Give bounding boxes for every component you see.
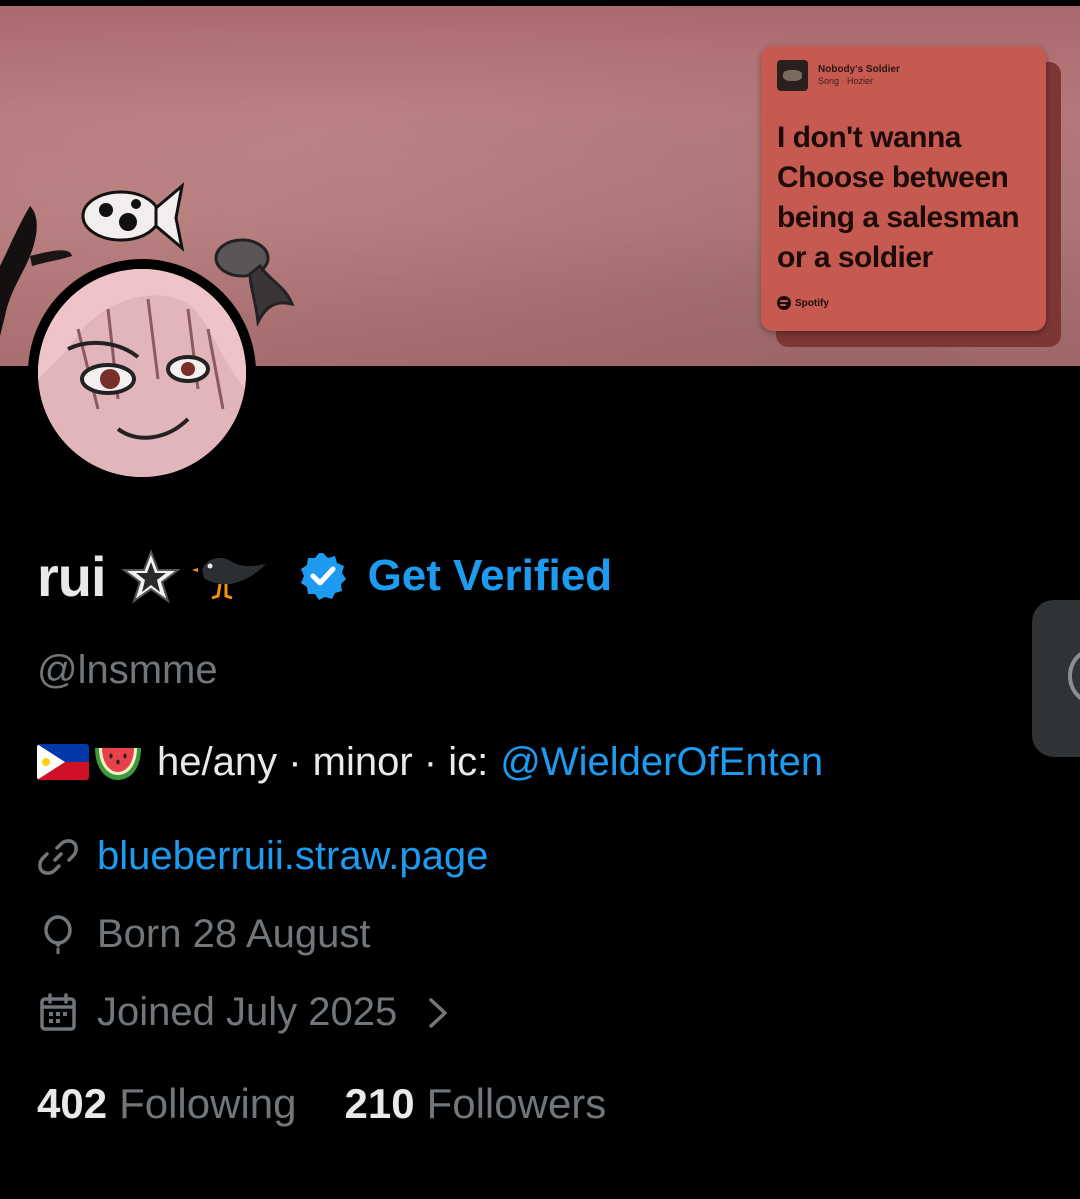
album-art: [777, 60, 808, 91]
song-lyrics: I don't wanna Choose between being a sal…: [777, 118, 1039, 278]
watermelon-icon: [95, 748, 141, 780]
balloon-icon: [44, 914, 72, 954]
lyric-line: being a salesman: [777, 201, 1020, 234]
joined-text: Joined July 2025: [97, 990, 398, 1034]
spotify-brand: Spotify: [777, 296, 829, 310]
chevron-right-icon: [429, 997, 447, 1028]
floating-button-icon: [1068, 646, 1080, 706]
calendar-icon: [40, 992, 76, 1031]
spotify-label: Spotify: [795, 297, 829, 309]
link-icon: [38, 838, 78, 875]
bio-mention-link[interactable]: @WielderOfEnten: [500, 740, 823, 785]
philippines-flag-icon: [37, 744, 89, 780]
spotify-song-card: Nobody's Soldier Song · Hozier I don't w…: [761, 46, 1046, 331]
floating-side-button[interactable]: [1032, 600, 1080, 757]
verified-badge-icon[interactable]: [298, 551, 348, 601]
name-emojis: [120, 548, 272, 604]
followers-count: 210: [344, 1080, 415, 1127]
star-icon: [120, 549, 181, 604]
followers-stat[interactable]: 210 Followers: [345, 1080, 607, 1128]
lyric-line: Choose between: [777, 161, 1009, 194]
followers-label: Followers: [426, 1080, 607, 1127]
handle: @lnsmme: [37, 648, 218, 692]
following-stat[interactable]: 402 Following: [37, 1080, 297, 1128]
website-link[interactable]: blueberruii.straw.page: [97, 834, 488, 879]
black-bird-icon: [191, 557, 266, 600]
song-subtitle: Song · Hozier: [818, 76, 874, 86]
avatar-illustration: [38, 269, 246, 477]
joined-row[interactable]: Joined July 2025: [37, 990, 453, 1035]
song-header: Nobody's Soldier Song · Hozier: [777, 60, 900, 91]
following-label: Following: [119, 1080, 297, 1127]
lyric-line: or a soldier: [777, 241, 933, 274]
birthday-row: Born 28 August: [37, 912, 371, 957]
song-title: Nobody's Soldier: [818, 64, 900, 75]
birthday-text: Born 28 August: [97, 912, 371, 956]
lyric-line: I don't wanna: [777, 121, 961, 154]
bio-text: he/any · minor · ic:: [157, 739, 489, 784]
display-name: rui: [37, 544, 107, 608]
song-meta: Nobody's Soldier Song · Hozier: [818, 64, 900, 87]
following-count: 402: [37, 1080, 108, 1127]
follow-stats: 402 Following 210 Followers: [37, 1080, 606, 1128]
name-row: rui Get Verified: [37, 540, 612, 612]
get-verified-link[interactable]: Get Verified: [368, 551, 613, 601]
avatar[interactable]: [38, 269, 246, 477]
website-row: blueberruii.straw.page: [37, 834, 488, 879]
bio: he/any · minor · ic: @WielderOfEnten: [37, 736, 823, 788]
spotify-icon: [777, 296, 791, 310]
fish-illustration: [81, 182, 185, 252]
